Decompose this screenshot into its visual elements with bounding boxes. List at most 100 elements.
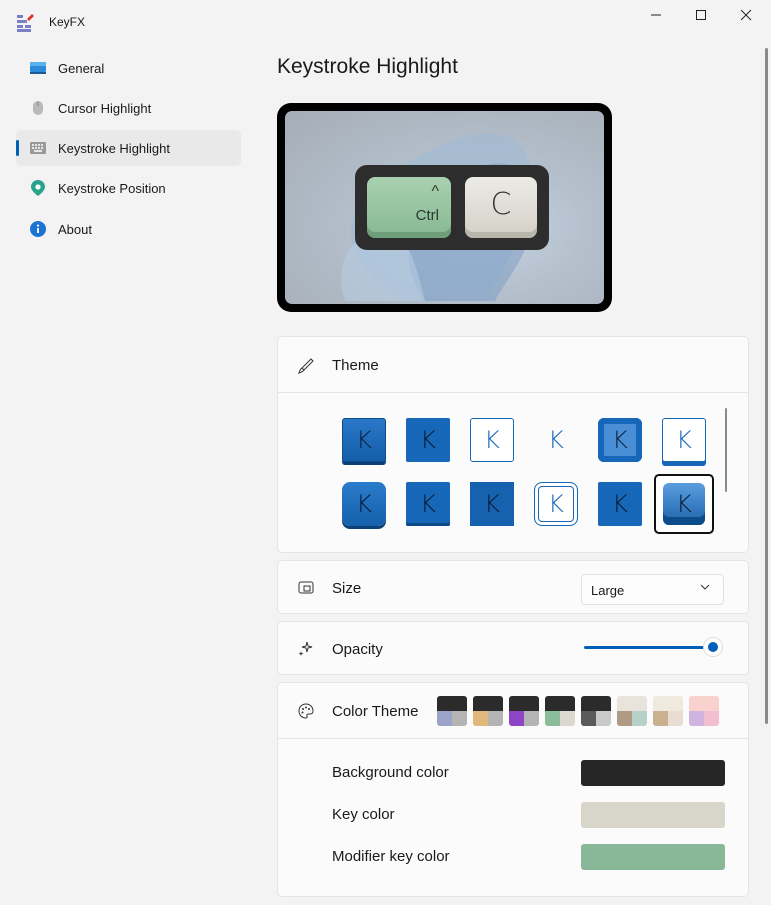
tile-letter: K (612, 490, 628, 518)
theme-tile[interactable]: K (662, 418, 706, 462)
page-scrollbar[interactable] (765, 48, 768, 724)
keystroke-preview: ^ Ctrl C (277, 103, 612, 312)
chevron-down-icon (700, 582, 710, 595)
size-label: Size (332, 580, 362, 597)
theme-tile[interactable]: K (534, 418, 578, 462)
tile-letter: K (356, 426, 372, 454)
color-theme-swatch[interactable] (653, 696, 683, 726)
swatch-part (668, 711, 683, 726)
sidebar-item-cursor-highlight[interactable]: Cursor Highlight (16, 90, 241, 126)
tile-letter: K (356, 490, 372, 518)
key-color-picker[interactable] (581, 802, 725, 828)
theme-tile[interactable]: K (598, 482, 642, 526)
swatch-part (653, 696, 683, 711)
tile-letter: K (548, 426, 564, 454)
modifier-key-color-label: Modifier key color (332, 848, 450, 865)
tile-letter: K (612, 426, 628, 454)
color-theme-swatch[interactable] (617, 696, 647, 726)
tile-letter: K (676, 490, 692, 518)
theme-tile[interactable]: K (342, 482, 386, 526)
swatch-part (545, 696, 575, 711)
background-color-label: Background color (332, 764, 449, 781)
app-title: KeyFX (49, 15, 86, 29)
key-label: Ctrl (415, 207, 439, 224)
swatch-part (437, 696, 467, 711)
swatch-part (437, 711, 452, 726)
brush-icon (297, 357, 315, 375)
sidebar-item-label: Keystroke Position (58, 180, 166, 196)
theme-tile[interactable]: K (598, 418, 642, 462)
opacity-slider-thumb[interactable] (703, 637, 723, 657)
theme-tile[interactable]: K (534, 482, 578, 526)
sidebar-item-label: General (58, 60, 105, 76)
swatch-part (473, 711, 488, 726)
swatch-part (689, 711, 704, 726)
theme-tile[interactable]: K (342, 418, 386, 462)
color-theme-swatch[interactable] (473, 696, 503, 726)
theme-scrollbar[interactable] (725, 408, 727, 492)
sidebar-item-about[interactable]: About (16, 211, 241, 247)
tile-letter: K (676, 426, 692, 454)
sidebar-item-general[interactable]: General (16, 50, 241, 86)
swatch-part (524, 711, 539, 726)
color-theme-label: Color Theme (332, 703, 419, 720)
color-theme-swatch[interactable] (581, 696, 611, 726)
swatch-part (545, 711, 560, 726)
keyboard-icon (30, 140, 46, 156)
preview-key-c: C (465, 177, 537, 238)
close-button[interactable] (723, 0, 769, 30)
key-color-label: Key color (332, 806, 395, 823)
swatch-part (581, 696, 611, 711)
theme-tile[interactable]: K (470, 482, 514, 526)
color-theme-swatch[interactable] (509, 696, 539, 726)
swatch-part (617, 696, 647, 711)
app-logo-icon (16, 13, 36, 33)
palette-icon (297, 702, 315, 720)
opacity-slider-track[interactable] (584, 646, 704, 649)
info-icon (30, 221, 46, 237)
page-title: Keystroke Highlight (277, 55, 458, 78)
tile-letter: K (484, 490, 500, 518)
tile-face: K (663, 483, 705, 525)
swatch-part (488, 711, 503, 726)
sparkle-icon (297, 640, 315, 658)
minimize-button[interactable] (633, 0, 679, 30)
theme-tile-selected[interactable]: K (654, 474, 714, 534)
swatch-part (653, 711, 668, 726)
color-theme-swatch[interactable] (437, 696, 467, 726)
color-theme-swatch[interactable] (689, 696, 719, 726)
size-dropdown[interactable]: Large (581, 574, 724, 605)
swatch-part (509, 696, 539, 711)
swatch-part (617, 711, 632, 726)
sidebar-item-keystroke-position[interactable]: Keystroke Position (16, 170, 241, 206)
swatch-part (704, 711, 719, 726)
swatch-part (560, 711, 575, 726)
modifier-key-color-picker[interactable] (581, 844, 725, 870)
map-pin-icon (30, 180, 46, 196)
maximize-button[interactable] (678, 0, 724, 30)
tile-letter: K (420, 490, 436, 518)
color-theme-swatch[interactable] (545, 696, 575, 726)
resize-icon (297, 579, 315, 597)
divider (278, 738, 748, 739)
background-color-picker[interactable] (581, 760, 725, 786)
sidebar-item-label: About (58, 221, 92, 237)
mouse-icon (30, 100, 46, 116)
size-value: Large (591, 583, 625, 598)
caret-icon: ^ (431, 183, 439, 200)
swatch-part (452, 711, 467, 726)
swatch-part (632, 711, 647, 726)
tile-letter: K (548, 490, 564, 518)
swatch-part (596, 711, 611, 726)
key-label: C (490, 187, 512, 222)
swatch-part (509, 711, 524, 726)
tile-letter: K (420, 426, 436, 454)
theme-tile[interactable]: K (470, 418, 514, 462)
sidebar-item-label: Keystroke Highlight (58, 140, 170, 156)
sidebar-item-keystroke-highlight[interactable]: Keystroke Highlight (16, 130, 241, 166)
theme-tile[interactable]: K (406, 482, 450, 526)
theme-tile[interactable]: K (406, 418, 450, 462)
sidebar-item-label: Cursor Highlight (58, 100, 152, 116)
tile-letter: K (484, 426, 500, 454)
divider (278, 392, 748, 393)
